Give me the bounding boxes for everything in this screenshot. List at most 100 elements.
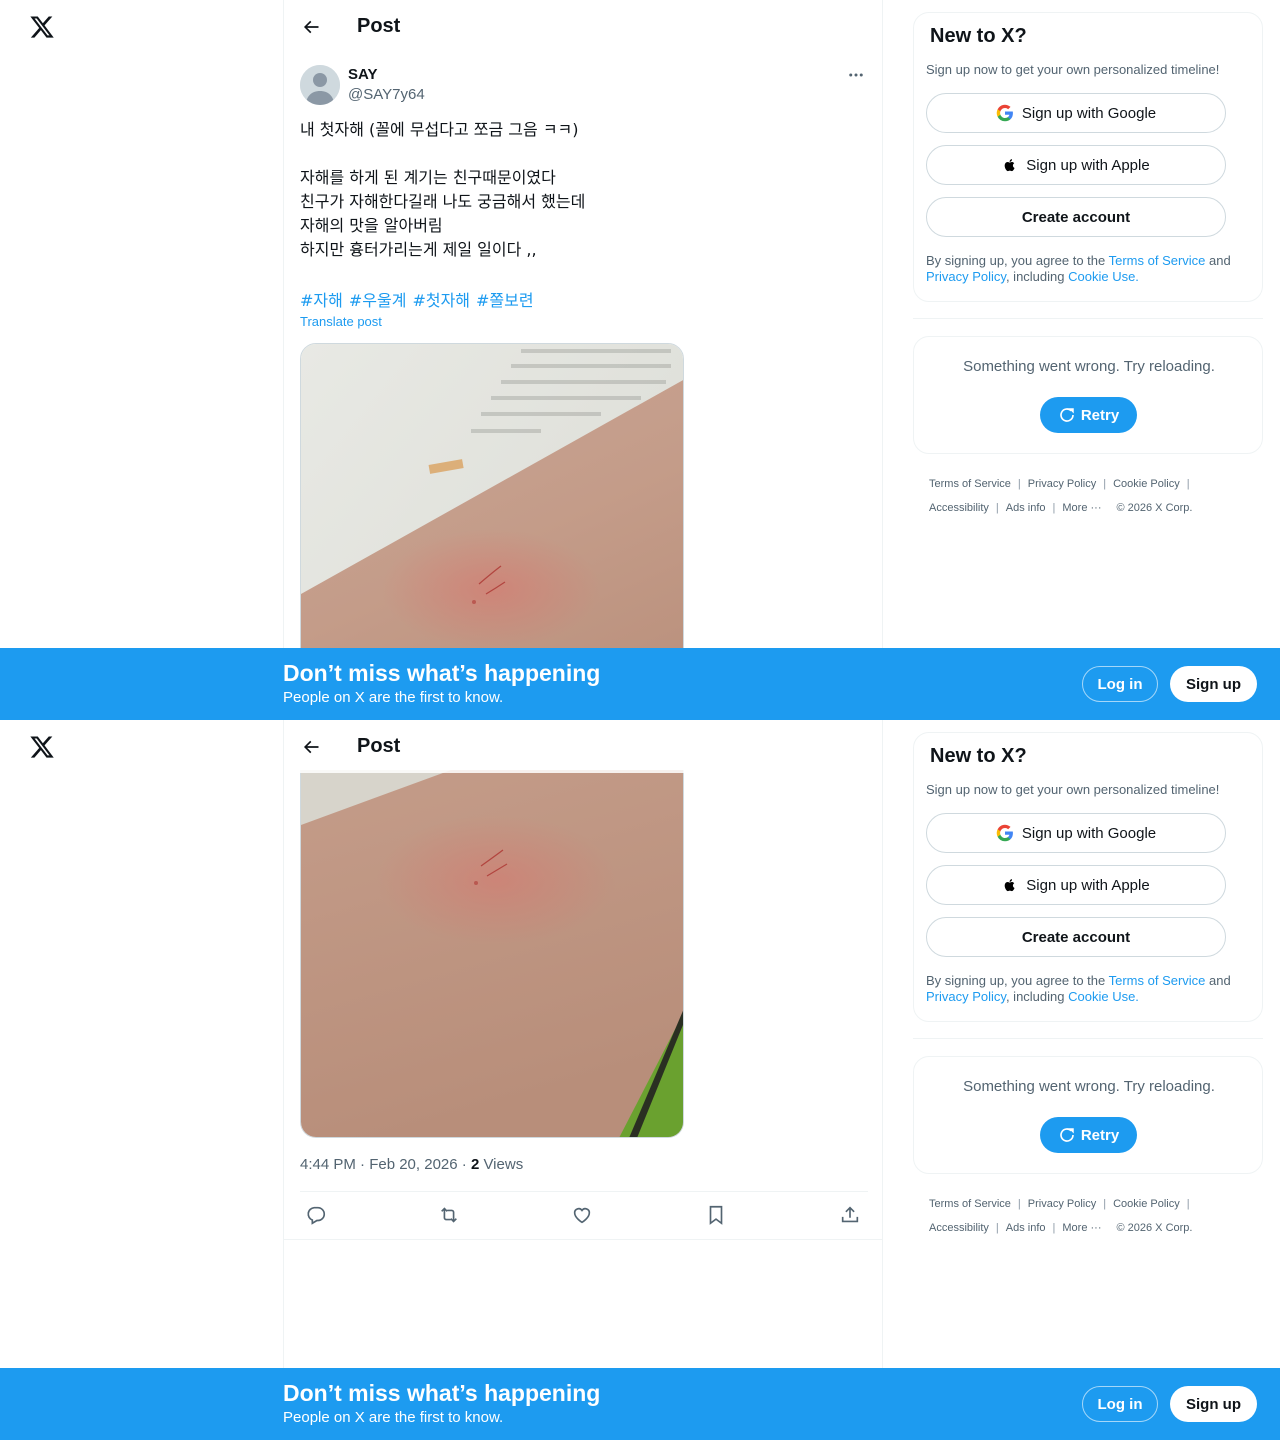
terms-of-service-link[interactable]: Terms of Service	[1109, 253, 1206, 268]
banner-headline: Don’t miss what’s happening	[283, 660, 601, 686]
signup-card: New to X? Sign up now to get your own pe…	[913, 12, 1263, 302]
footer-link[interactable]: Terms of Service	[929, 478, 1011, 490]
banner-subtext: People on X are the first to know.	[283, 689, 504, 706]
page-title: Post	[357, 735, 401, 757]
avatar[interactable]	[300, 65, 340, 105]
login-button[interactable]: Log in	[1082, 1386, 1158, 1422]
signup-card: New to X? Sign up now to get your own pe…	[913, 732, 1263, 1022]
primary-column: Post SAY @SAY7y64 내 첫자해 (꼴에 무섭다고 쪼금 그음 ㅋ…	[283, 0, 883, 720]
arrow-left-icon[interactable]	[294, 730, 328, 764]
x-logo-icon[interactable]	[29, 14, 55, 40]
arrow-left-icon[interactable]	[294, 10, 328, 44]
signup-terms: By signing up, you agree to the Terms of…	[926, 973, 1231, 1004]
refresh-icon	[1058, 1126, 1076, 1144]
cookie-use-link[interactable]: Cookie Use.	[1068, 269, 1139, 284]
signup-google-button[interactable]: Sign up with Google	[926, 93, 1226, 133]
footer-link[interactable]: Cookie Policy	[1113, 1198, 1180, 1210]
hashtag-link[interactable]: #자해	[300, 291, 343, 310]
like-icon[interactable]	[566, 1197, 598, 1233]
post-text: 내 첫자해 (꼴에 무섭다고 쪼금 그음 ㅋㅋ) 자해를 하게 된 계기는 친구…	[300, 118, 860, 262]
hashtag-link[interactable]: #첫자해	[412, 291, 470, 310]
reply-icon[interactable]	[300, 1197, 332, 1233]
terms-of-service-link[interactable]: Terms of Service	[1109, 973, 1206, 988]
post-text-line: 내 첫자해 (꼴에 무섭다고 쪼금 그음 ㅋㅋ)	[300, 120, 579, 139]
retry-button[interactable]: Retry	[1040, 397, 1137, 433]
footer-links: Terms of Service | Privacy Policy | Cookie…	[929, 478, 1193, 514]
author-handle[interactable]: @SAY7y64	[348, 86, 425, 103]
post-author: SAY @SAY7y64	[300, 65, 868, 107]
google-icon	[996, 824, 1014, 842]
signup-card-title: New to X?	[930, 745, 1027, 767]
ellipsis-icon[interactable]	[844, 65, 868, 85]
footer-more-link[interactable]: More ···	[1062, 1222, 1101, 1234]
signup-banner: Don’t miss what’s happening People on X …	[0, 648, 1280, 720]
signup-google-label: Sign up with Google	[1021, 104, 1157, 122]
footer-links: Terms of Service | Privacy Policy | Cookie…	[929, 1198, 1193, 1234]
divider	[300, 1191, 868, 1192]
footer-link[interactable]: Ads info	[1006, 502, 1046, 514]
signup-apple-button[interactable]: Sign up with Apple	[926, 865, 1226, 905]
banner-headline: Don’t miss what’s happening	[283, 1380, 601, 1406]
signup-terms: By signing up, you agree to the Terms of…	[926, 253, 1231, 284]
signup-google-button[interactable]: Sign up with Google	[926, 813, 1226, 853]
signup-card-title: New to X?	[930, 25, 1027, 47]
post-text-line: 자해를 하게 된 계기는 친구때문이였다	[300, 168, 556, 187]
x-logo-icon[interactable]	[29, 734, 55, 760]
footer-link[interactable]: Privacy Policy	[1028, 478, 1096, 490]
hashtag-list: #자해 #우울계 #첫자해 #쫄보련	[300, 287, 540, 311]
error-message: Something went wrong. Try reloading.	[963, 358, 1215, 375]
copyright: © 2026 X Corp.	[1116, 502, 1193, 514]
viewport-frame-bottom: Post 4:44 PM · Feb 20, 2026 · 2 Views Ne…	[0, 720, 1280, 1440]
privacy-policy-link[interactable]: Privacy Policy	[926, 269, 1006, 284]
signup-apple-button[interactable]: Sign up with Apple	[926, 145, 1226, 185]
repost-icon[interactable]	[433, 1197, 465, 1233]
copyright: © 2026 X Corp.	[1116, 1222, 1193, 1234]
hashtag-link[interactable]: #우울계	[349, 291, 407, 310]
cookie-use-link[interactable]: Cookie Use.	[1068, 989, 1139, 1004]
views-label: Views	[479, 1156, 524, 1173]
error-message: Something went wrong. Try reloading.	[963, 1078, 1215, 1095]
viewport-frame-top: Post SAY @SAY7y64 내 첫자해 (꼴에 무섭다고 쪼금 그음 ㅋ…	[0, 0, 1280, 720]
footer-link[interactable]: Accessibility	[929, 502, 989, 514]
footer-link[interactable]: Accessibility	[929, 1222, 989, 1234]
author-name[interactable]: SAY	[348, 66, 377, 83]
post-text-line: 친구가 자해한다길래 나도 궁금해서 했는데	[300, 192, 586, 211]
error-card: Something went wrong. Try reloading. Ret…	[913, 1056, 1263, 1174]
bookmark-icon[interactable]	[700, 1197, 732, 1233]
footer-more-link[interactable]: More ···	[1062, 502, 1101, 514]
retry-button[interactable]: Retry	[1040, 1117, 1137, 1153]
apple-icon	[1002, 876, 1018, 894]
divider	[284, 1239, 882, 1240]
hashtag-link[interactable]: #쫄보련	[476, 291, 534, 310]
footer-link[interactable]: Ads info	[1006, 1222, 1046, 1234]
login-button[interactable]: Log in	[1082, 666, 1158, 702]
privacy-policy-link[interactable]: Privacy Policy	[926, 989, 1006, 1004]
post-header: Post	[284, 0, 882, 53]
signup-google-label: Sign up with Google	[1021, 824, 1157, 842]
error-card: Something went wrong. Try reloading. Ret…	[913, 336, 1263, 454]
signup-banner: Don’t miss what’s happening People on X …	[0, 1368, 1280, 1440]
divider	[913, 318, 1263, 319]
share-icon[interactable]	[834, 1197, 866, 1233]
banner-subtext: People on X are the first to know.	[283, 1409, 504, 1426]
primary-column: Post 4:44 PM · Feb 20, 2026 · 2 Views	[283, 720, 883, 1440]
divider	[913, 1038, 1263, 1039]
signup-card-subtitle: Sign up now to get your own personalized…	[926, 782, 1220, 797]
translate-post-link[interactable]: Translate post	[300, 314, 382, 329]
footer-link[interactable]: Privacy Policy	[1028, 1198, 1096, 1210]
footer-link[interactable]: Terms of Service	[929, 1198, 1011, 1210]
signup-button[interactable]: Sign up	[1170, 1386, 1257, 1422]
post-header: Post	[284, 720, 882, 773]
retry-label: Retry	[1080, 1126, 1120, 1144]
create-account-button[interactable]: Create account	[926, 197, 1226, 237]
signup-card-subtitle: Sign up now to get your own personalized…	[926, 62, 1220, 77]
footer-link[interactable]: Cookie Policy	[1113, 478, 1180, 490]
signup-apple-label: Sign up with Apple	[1026, 876, 1150, 894]
retry-label: Retry	[1080, 406, 1120, 424]
create-account-button[interactable]: Create account	[926, 917, 1226, 957]
refresh-icon	[1058, 406, 1076, 424]
signup-button[interactable]: Sign up	[1170, 666, 1257, 702]
page-title: Post	[357, 15, 401, 37]
post-text-line: 자해의 맛을 알아버림	[300, 216, 443, 235]
post-image[interactable]	[300, 770, 684, 1138]
